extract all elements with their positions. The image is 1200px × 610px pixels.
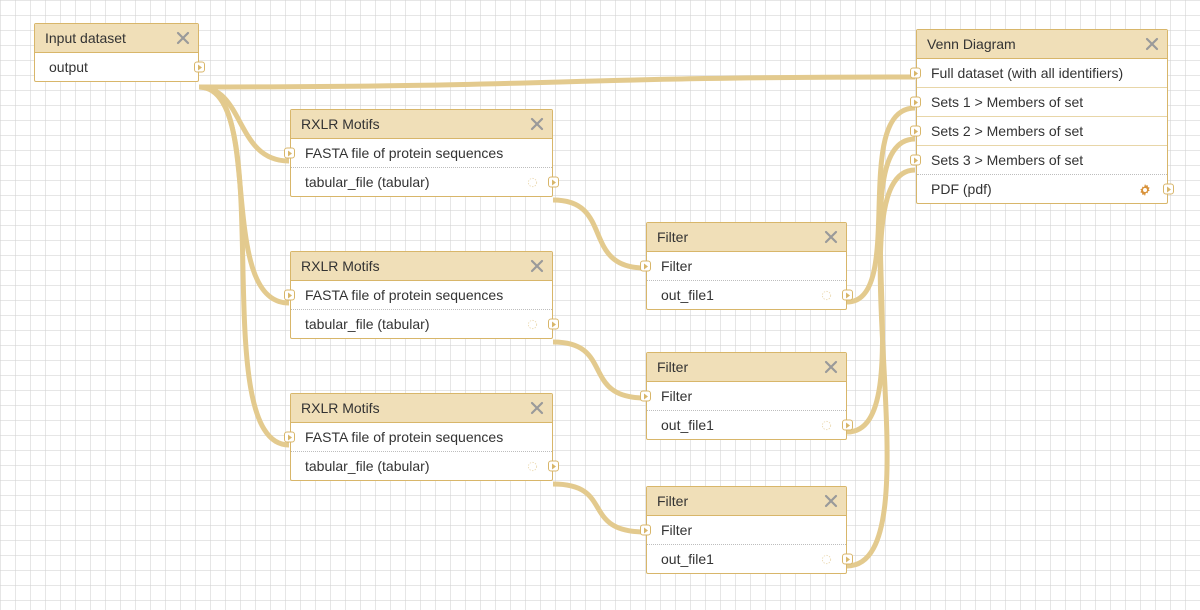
input-label: Full dataset (with all identifiers)	[931, 65, 1123, 81]
input-label: Filter	[661, 522, 692, 538]
input-label: Sets 1 > Members of set	[931, 94, 1083, 110]
close-icon[interactable]	[824, 494, 838, 508]
node-header[interactable]: Filter	[647, 223, 846, 252]
port-icon[interactable]	[842, 290, 853, 301]
port-icon[interactable]	[910, 155, 921, 166]
output-label: tabular_file (tabular)	[305, 174, 430, 190]
close-icon[interactable]	[824, 360, 838, 374]
port-icon[interactable]	[1163, 184, 1174, 195]
output-port-row: out_file1	[647, 411, 846, 439]
node-header[interactable]: Filter	[647, 353, 846, 382]
port-icon[interactable]	[910, 68, 921, 79]
node-title: Filter	[657, 229, 688, 245]
gear-icon	[821, 420, 832, 431]
port-icon[interactable]	[910, 97, 921, 108]
input-port-row: Full dataset (with all identifiers)	[917, 59, 1167, 88]
output-port-row: tabular_file (tabular)	[291, 452, 552, 480]
output-label: PDF (pdf)	[931, 181, 992, 197]
output-port-row: PDF (pdf)	[917, 175, 1167, 203]
node-venn-diagram[interactable]: Venn Diagram Full dataset (with all iden…	[916, 29, 1168, 204]
input-label: FASTA file of protein sequences	[305, 145, 503, 161]
input-label: FASTA file of protein sequences	[305, 287, 503, 303]
node-header[interactable]: Input dataset	[35, 24, 198, 53]
gear-icon	[821, 554, 832, 565]
input-port-row: Filter	[647, 516, 846, 545]
input-port-row: FASTA file of protein sequences	[291, 423, 552, 452]
port-icon[interactable]	[284, 148, 295, 159]
input-label: FASTA file of protein sequences	[305, 429, 503, 445]
node-header[interactable]: Filter	[647, 487, 846, 516]
node-title: RXLR Motifs	[301, 116, 380, 132]
node-rxlr-motifs-2[interactable]: RXLR Motifs FASTA file of protein sequen…	[290, 251, 553, 339]
output-label: tabular_file (tabular)	[305, 316, 430, 332]
gear-icon	[527, 461, 538, 472]
output-port-row: tabular_file (tabular)	[291, 310, 552, 338]
output-port-row: tabular_file (tabular)	[291, 168, 552, 196]
close-icon[interactable]	[530, 401, 544, 415]
port-icon[interactable]	[194, 62, 205, 73]
node-rxlr-motifs-3[interactable]: RXLR Motifs FASTA file of protein sequen…	[290, 393, 553, 481]
node-title: RXLR Motifs	[301, 258, 380, 274]
input-label: Sets 3 > Members of set	[931, 152, 1083, 168]
output-label: out_file1	[661, 551, 714, 567]
node-filter-2[interactable]: Filter Filter out_file1	[646, 352, 847, 440]
output-label: tabular_file (tabular)	[305, 458, 430, 474]
input-port-row: Sets 1 > Members of set	[917, 88, 1167, 117]
port-icon[interactable]	[284, 432, 295, 443]
gear-icon	[821, 290, 832, 301]
input-label: Filter	[661, 258, 692, 274]
gear-icon	[527, 177, 538, 188]
node-input-dataset[interactable]: Input dataset output	[34, 23, 199, 82]
close-icon[interactable]	[824, 230, 838, 244]
node-filter-1[interactable]: Filter Filter out_file1	[646, 222, 847, 310]
input-port-row: FASTA file of protein sequences	[291, 139, 552, 168]
input-port-row: Sets 2 > Members of set	[917, 117, 1167, 146]
port-icon[interactable]	[640, 391, 651, 402]
node-header[interactable]: RXLR Motifs	[291, 252, 552, 281]
port-icon[interactable]	[548, 319, 559, 330]
node-title: RXLR Motifs	[301, 400, 380, 416]
node-title: Venn Diagram	[927, 36, 1016, 52]
output-port-row: out_file1	[647, 545, 846, 573]
port-icon[interactable]	[842, 420, 853, 431]
close-icon[interactable]	[176, 31, 190, 45]
gear-icon	[527, 319, 538, 330]
input-port-row: FASTA file of protein sequences	[291, 281, 552, 310]
port-icon[interactable]	[548, 461, 559, 472]
node-header[interactable]: RXLR Motifs	[291, 110, 552, 139]
node-title: Input dataset	[45, 30, 126, 46]
port-icon[interactable]	[640, 261, 651, 272]
node-title: Filter	[657, 493, 688, 509]
input-label: Filter	[661, 388, 692, 404]
gear-icon[interactable]	[1139, 184, 1151, 196]
close-icon[interactable]	[1145, 37, 1159, 51]
port-icon[interactable]	[640, 525, 651, 536]
input-port-row: Filter	[647, 382, 846, 411]
port-icon[interactable]	[842, 554, 853, 565]
input-label: Sets 2 > Members of set	[931, 123, 1083, 139]
node-header[interactable]: RXLR Motifs	[291, 394, 552, 423]
output-port-row: output	[35, 53, 198, 81]
input-port-row: Sets 3 > Members of set	[917, 146, 1167, 175]
port-icon[interactable]	[284, 290, 295, 301]
port-icon[interactable]	[910, 126, 921, 137]
input-port-row: Filter	[647, 252, 846, 281]
port-icon[interactable]	[548, 177, 559, 188]
output-label: output	[49, 59, 88, 75]
close-icon[interactable]	[530, 117, 544, 131]
close-icon[interactable]	[530, 259, 544, 273]
node-rxlr-motifs-1[interactable]: RXLR Motifs FASTA file of protein sequen…	[290, 109, 553, 197]
output-label: out_file1	[661, 287, 714, 303]
node-title: Filter	[657, 359, 688, 375]
output-port-row: out_file1	[647, 281, 846, 309]
node-filter-3[interactable]: Filter Filter out_file1	[646, 486, 847, 574]
node-header[interactable]: Venn Diagram	[917, 30, 1167, 59]
output-label: out_file1	[661, 417, 714, 433]
